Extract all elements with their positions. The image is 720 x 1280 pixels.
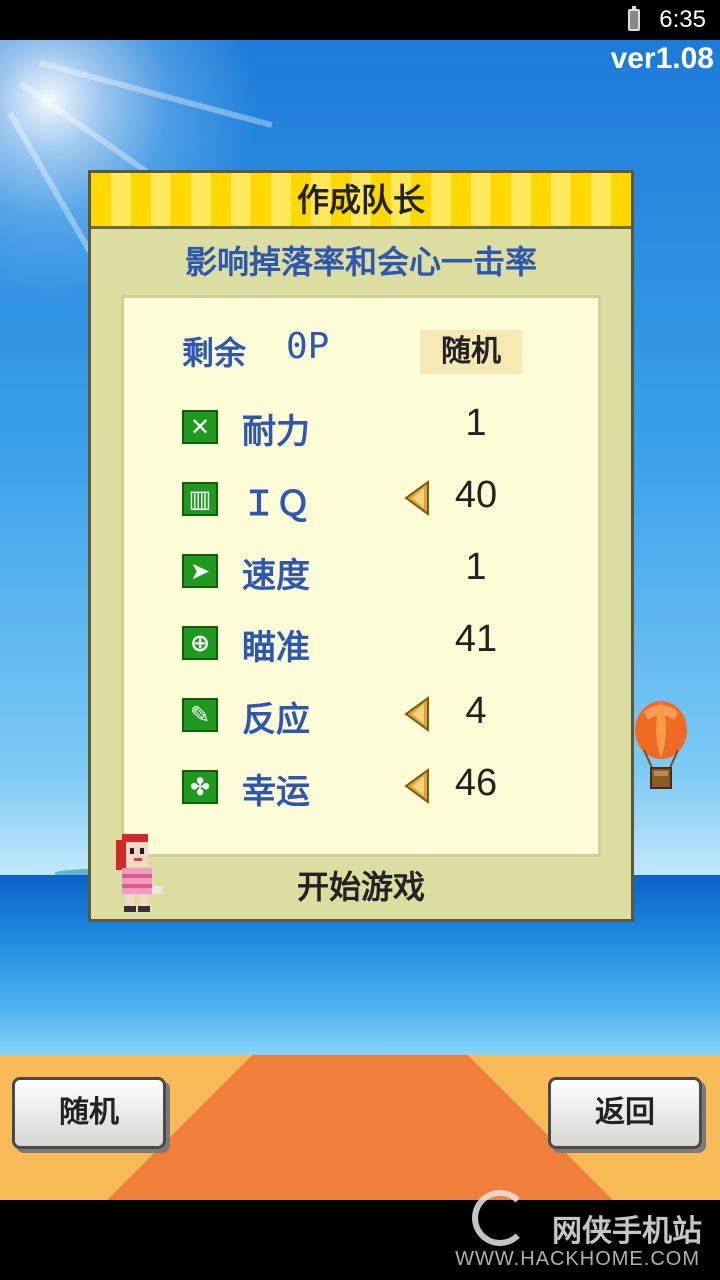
stat-row-stamina: ✕ 耐力 1 [124, 396, 604, 456]
decrease-arrow-icon[interactable] [402, 696, 432, 732]
remaining-points-value: 0P [286, 326, 330, 367]
status-bar: 6:35 [0, 0, 720, 40]
stat-row-reaction: ✎ 反应 4 [124, 684, 604, 744]
start-game-button[interactable]: 开始游戏 [91, 857, 631, 917]
decrease-arrow-icon[interactable] [402, 768, 432, 804]
aim-crosshair-icon: ⊕ [182, 626, 218, 660]
speed-icon: ➤ [182, 554, 218, 588]
stat-label: 幸运 [242, 772, 310, 812]
stat-label: 速度 [242, 556, 310, 596]
hot-air-balloon-icon [635, 701, 687, 789]
stat-value: 1 [465, 546, 487, 588]
watermark-logo-icon [472, 1190, 528, 1246]
stat-value: 40 [454, 474, 498, 516]
stat-value: 46 [454, 762, 498, 804]
version-label: ver1.08 [610, 42, 714, 75]
luck-clover-icon: ✤ [182, 770, 218, 804]
iq-book-icon: ▥ [182, 482, 218, 516]
captain-character-sprite [116, 834, 162, 912]
stat-row-aim: ⊕ 瞄准 41 [124, 612, 604, 672]
stats-panel: 剩余 0P 随机 ✕ 耐力 1 ▥ ＩＱ 40 ➤ 速度 1 ⊕ 瞄准 41 ✎… [121, 295, 601, 857]
dialog-subtitle: 影响掉落率和会心一击率 [184, 243, 537, 281]
watermark-brand: 网侠手机站 [552, 1214, 702, 1249]
back-button[interactable]: 返回 [548, 1077, 702, 1149]
dialog-title: 作成队长 [296, 181, 425, 219]
bottom-action-bar: 随机 返回 [0, 1055, 720, 1200]
status-time: 6:35 [659, 6, 706, 33]
stat-row-luck: ✤ 幸运 46 [124, 756, 604, 816]
decrease-arrow-icon[interactable] [402, 480, 432, 516]
stat-value: 4 [465, 690, 487, 732]
stat-label: 反应 [242, 700, 310, 740]
random-stats-button[interactable]: 随机 [420, 330, 522, 374]
create-captain-dialog: 作成队长 影响掉落率和会心一击率 剩余 0P 随机 ✕ 耐力 1 ▥ ＩＱ 40 [88, 170, 634, 922]
battery-icon [628, 6, 640, 31]
reaction-icon: ✎ [182, 698, 218, 732]
stamina-icon: ✕ [182, 410, 218, 444]
random-button[interactable]: 随机 [12, 1077, 166, 1149]
stat-row-speed: ➤ 速度 1 [124, 540, 604, 600]
stat-value: 1 [465, 402, 487, 444]
stat-label: 瞄准 [242, 628, 310, 668]
dialog-body: 影响掉落率和会心一击率 剩余 0P 随机 ✕ 耐力 1 ▥ ＩＱ 40 ➤ 速度… [91, 229, 631, 919]
stat-label: 耐力 [242, 412, 310, 452]
dialog-header: 作成队长 [91, 173, 631, 229]
stat-label: ＩＱ [242, 484, 310, 524]
stat-value: 41 [454, 618, 498, 660]
remaining-points-label: 剩余 [182, 334, 247, 372]
watermark-url: WWW.HACKHOME.COM [455, 1248, 700, 1270]
stat-row-iq: ▥ ＩＱ 40 [124, 468, 604, 528]
